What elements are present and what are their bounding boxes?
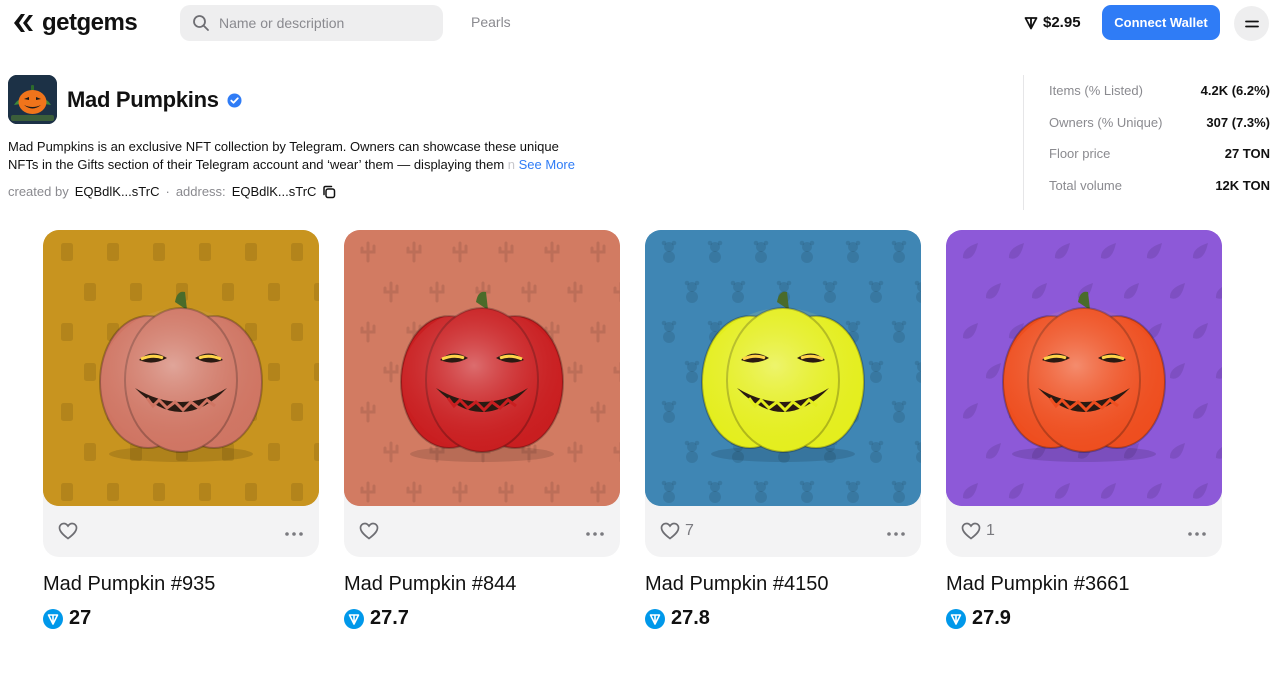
collection-description: Mad Pumpkins is an exclusive NFT collect…: [8, 138, 628, 174]
heart-icon: [660, 522, 680, 540]
nft-price-value: 27: [69, 607, 92, 629]
logo[interactable]: getgems: [10, 9, 138, 37]
ton-coin-icon: [344, 608, 364, 629]
like-count: 7: [685, 522, 694, 539]
more-options-icon[interactable]: [585, 524, 605, 542]
nft-price: 27: [43, 607, 91, 630]
collection-meta: created by EQBdlK...sTrC · address: EQBd…: [8, 184, 336, 199]
nft-card[interactable]: Mad Pumpkin #844 27.7: [344, 230, 620, 629]
nft-name[interactable]: Mad Pumpkin #3661: [946, 573, 1129, 596]
like-count: 1: [986, 522, 995, 539]
more-options-icon[interactable]: [886, 524, 906, 542]
more-options-icon[interactable]: [1187, 524, 1207, 542]
stat-total-volume: Total volume 12K TON: [1049, 178, 1270, 193]
nft-card-box[interactable]: 7: [645, 230, 921, 557]
menu-icon: [1244, 20, 1259, 27]
nft-name[interactable]: Mad Pumpkin #935: [43, 573, 215, 596]
ton-coin-icon: [43, 608, 63, 629]
stat-value: 12K TON: [1215, 178, 1270, 193]
nft-name[interactable]: Mad Pumpkin #844: [344, 573, 516, 596]
nft-card[interactable]: 1 Mad Pumpkin #3661 27.9: [946, 230, 1222, 629]
stat-label: Owners (% Unique): [1049, 115, 1163, 130]
search-input[interactable]: [219, 15, 429, 31]
stat-label: Items (% Listed): [1049, 83, 1143, 98]
stat-floor-price: Floor price 27 TON: [1049, 146, 1270, 161]
stat-items: Items (% Listed) 4.2K (6.2%): [1049, 83, 1270, 98]
like-button[interactable]: [58, 522, 83, 540]
address-label: address:: [175, 184, 226, 199]
nft-price-value: 27.9: [972, 607, 1011, 629]
heart-icon: [58, 522, 78, 540]
description-fade: n: [507, 157, 515, 172]
collection-title: Mad Pumpkins: [67, 87, 219, 112]
top-bar: getgems Pearls $2.95 Connect Wallet: [0, 0, 1281, 46]
description-text: NFTs in the Gifts section of their Teleg…: [8, 157, 508, 172]
ton-coin-icon: [946, 608, 966, 629]
nft-card-actions: 1: [946, 506, 1222, 557]
like-button[interactable]: 7: [660, 522, 694, 540]
stat-value: 4.2K (6.2%): [1200, 83, 1270, 98]
collection-avatar: [8, 75, 57, 124]
nft-card-actions: 7: [645, 506, 921, 557]
stat-label: Total volume: [1049, 178, 1122, 193]
description-line: NFTs in the Gifts section of their Teleg…: [8, 156, 628, 174]
nft-name[interactable]: Mad Pumpkin #4150: [645, 573, 828, 596]
ton-price: $2.95: [1024, 14, 1081, 31]
ton-coin-icon: [645, 608, 665, 629]
more-options-icon[interactable]: [284, 524, 304, 542]
collection-stats: Items (% Listed) 4.2K (6.2%) Owners (% U…: [1023, 75, 1281, 210]
nft-card-box[interactable]: [43, 230, 319, 557]
nft-card-box[interactable]: [344, 230, 620, 557]
getgems-logo-icon: [14, 14, 33, 32]
copy-icon[interactable]: [322, 185, 336, 199]
nft-price: 27.7: [344, 607, 409, 630]
search-icon: [193, 15, 209, 31]
ton-price-value: $2.95: [1043, 14, 1081, 31]
nft-card-actions: [43, 506, 319, 557]
like-button[interactable]: 1: [961, 522, 995, 540]
heart-icon: [961, 522, 981, 540]
collection-address-link[interactable]: EQBdlK...sTrC: [232, 184, 317, 199]
nft-card[interactable]: 7 Mad Pumpkin #4150 27.8: [645, 230, 921, 629]
creator-address-link[interactable]: EQBdlK...sTrC: [75, 184, 160, 199]
verified-badge-icon: [227, 93, 242, 107]
search-bar[interactable]: [180, 5, 443, 41]
created-by-label: created by: [8, 184, 69, 199]
nft-image[interactable]: [43, 230, 319, 506]
stat-value: 27 TON: [1224, 146, 1270, 161]
meta-separator: ·: [165, 184, 170, 199]
stat-value: 307 (7.3%): [1206, 115, 1270, 130]
stat-owners: Owners (% Unique) 307 (7.3%): [1049, 115, 1270, 130]
nft-price-value: 27.8: [671, 607, 710, 629]
nft-price: 27.9: [946, 607, 1011, 630]
heart-icon: [359, 522, 379, 540]
logo-text: getgems: [42, 9, 138, 36]
nav-pearls-link[interactable]: Pearls: [471, 14, 511, 30]
see-more-link[interactable]: See More: [519, 157, 575, 172]
ton-icon: [1024, 16, 1038, 29]
nft-card-box[interactable]: 1: [946, 230, 1222, 557]
nft-image[interactable]: [645, 230, 921, 506]
nft-image[interactable]: [344, 230, 620, 506]
description-line: Mad Pumpkins is an exclusive NFT collect…: [8, 139, 559, 154]
nft-card-actions: [344, 506, 620, 557]
nft-price-value: 27.7: [370, 607, 409, 629]
menu-button[interactable]: [1234, 6, 1269, 41]
stat-label: Floor price: [1049, 146, 1111, 161]
collection-title-row: Mad Pumpkins: [67, 87, 242, 113]
connect-wallet-button[interactable]: Connect Wallet: [1102, 5, 1220, 40]
nft-image[interactable]: [946, 230, 1222, 506]
nft-price: 27.8: [645, 607, 710, 630]
nft-card[interactable]: Mad Pumpkin #935 27: [43, 230, 319, 629]
like-button[interactable]: [359, 522, 384, 540]
